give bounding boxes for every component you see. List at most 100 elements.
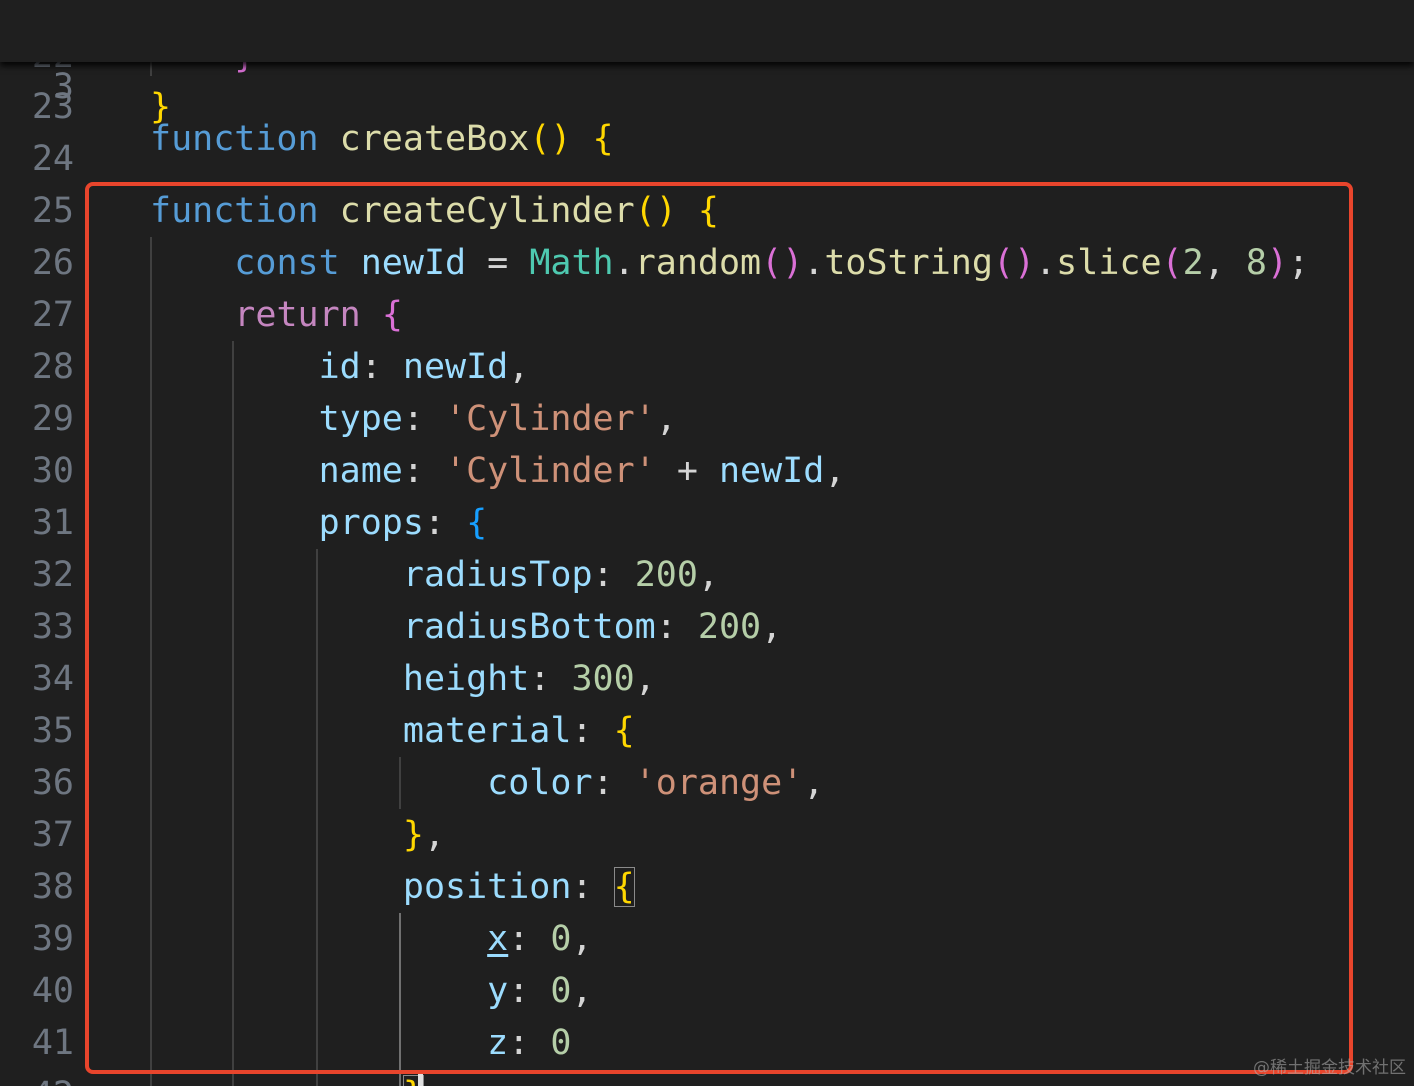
code-text: function createCylinder() { — [150, 185, 719, 237]
code-token: random — [634, 243, 762, 283]
code-token: = — [466, 243, 530, 283]
code-text: y: 0, — [150, 965, 593, 1017]
code-token: , — [571, 919, 593, 959]
code-line[interactable]: 37 }, — [0, 809, 1414, 861]
code-token: 0 — [550, 919, 572, 959]
line-number: 3 — [52, 67, 74, 107]
code-line[interactable]: 42 } — [0, 1069, 1414, 1086]
code-editor[interactable]: 22 }23}2425function createCylinder() {26… — [0, 0, 1414, 1086]
line-number: 42 — [0, 1069, 74, 1086]
line-number: 35 — [31, 711, 74, 751]
code-token: z — [487, 1023, 509, 1063]
code-token: , — [571, 971, 593, 1011]
code-token: toString — [824, 243, 993, 283]
code-token: 200 — [634, 555, 698, 595]
code-token: () — [992, 243, 1036, 283]
code-token: . — [613, 243, 635, 283]
line-number: 28 — [31, 347, 74, 387]
code-token: : — [592, 763, 635, 803]
code-text: props: { — [150, 497, 488, 549]
code-line[interactable]: 34 height: 300, — [0, 653, 1414, 705]
code-token: Math — [529, 243, 614, 283]
code-text: height: 300, — [150, 653, 656, 705]
line-number: 30 — [31, 451, 74, 491]
code-token: () — [529, 119, 572, 159]
code-token: newId — [402, 347, 509, 387]
watermark: @稀土掘金技术社区 — [1253, 1058, 1406, 1078]
line-number: 41 — [31, 1023, 74, 1063]
code-token: () — [761, 243, 804, 283]
code-token: () — [634, 191, 677, 231]
code-token: 'Cylinder' — [445, 451, 656, 491]
code-line[interactable]: 32 radiusTop: 200, — [0, 549, 1414, 601]
code-token: newId — [360, 243, 467, 283]
code-line[interactable]: 31 props: { — [0, 497, 1414, 549]
code-line[interactable]: 41 z: 0 — [0, 1017, 1414, 1069]
code-text: } — [150, 1069, 424, 1086]
code-token: ) — [1266, 243, 1288, 283]
code-line[interactable]: 36 color: 'orange', — [0, 757, 1414, 809]
code-token: { — [466, 503, 488, 543]
code-text: z: 0 — [150, 1017, 571, 1069]
code-text: function createBox() { — [150, 113, 614, 165]
code-token: } — [402, 815, 424, 855]
line-number: 40 — [31, 971, 74, 1011]
line-number: 39 — [31, 919, 74, 959]
code-line[interactable]: 33 radiusBottom: 200, — [0, 601, 1414, 653]
line-number: 33 — [31, 607, 74, 647]
code-token: + — [655, 451, 719, 491]
code-token: , — [508, 347, 530, 387]
code-token: createCylinder — [339, 191, 635, 231]
code-line[interactable]: 40 y: 0, — [0, 965, 1414, 1017]
line-number: 36 — [31, 763, 74, 803]
code-line[interactable]: 28 id: newId, — [0, 341, 1414, 393]
code-token: type — [318, 399, 403, 439]
code-line[interactable]: 26 const newId = Math.random().toString(… — [0, 237, 1414, 289]
sticky-scroll-header[interactable]: 3 function createBox() { — [0, 0, 1414, 159]
code-line[interactable]: 29 type: 'Cylinder', — [0, 393, 1414, 445]
code-token: , — [423, 815, 446, 855]
code-token: { — [613, 867, 635, 907]
code-token: . — [1035, 243, 1057, 283]
code-token: id — [318, 347, 361, 387]
code-token: y — [487, 971, 509, 1011]
code-text: return { — [150, 289, 403, 341]
code-text: }, — [150, 809, 445, 861]
code-text: color: 'orange', — [150, 757, 824, 809]
code-token: , — [655, 399, 677, 439]
code-line[interactable]: 38 position: { — [0, 861, 1414, 913]
code-token: , — [1203, 243, 1246, 283]
code-line[interactable]: 27 return { — [0, 289, 1414, 341]
code-token: radiusBottom — [402, 607, 656, 647]
code-text: material: { — [150, 705, 635, 757]
line-number: 29 — [31, 399, 74, 439]
code-line[interactable]: 25 function createCylinder() { — [0, 185, 1414, 237]
code-line[interactable]: 39 x: 0, — [0, 913, 1414, 965]
code-token: , — [824, 451, 846, 491]
code-token: , — [803, 763, 825, 803]
code-token: { — [381, 295, 403, 335]
code-token: , — [761, 607, 783, 647]
code-token: : — [402, 451, 446, 491]
code-token: radiusTop — [402, 555, 593, 595]
code-line[interactable]: 35 material: { — [0, 705, 1414, 757]
code-token: newId — [718, 451, 825, 491]
code-line[interactable]: 30 name: 'Cylinder' + newId, — [0, 445, 1414, 497]
code-token: : — [655, 607, 698, 647]
code-token: : — [571, 711, 614, 751]
code-token: , — [697, 555, 719, 595]
sticky-line[interactable]: 3 function createBox() { — [0, 9, 1414, 159]
code-token: { — [697, 191, 719, 231]
code-token: : — [423, 503, 467, 543]
code-token: : — [571, 867, 614, 907]
